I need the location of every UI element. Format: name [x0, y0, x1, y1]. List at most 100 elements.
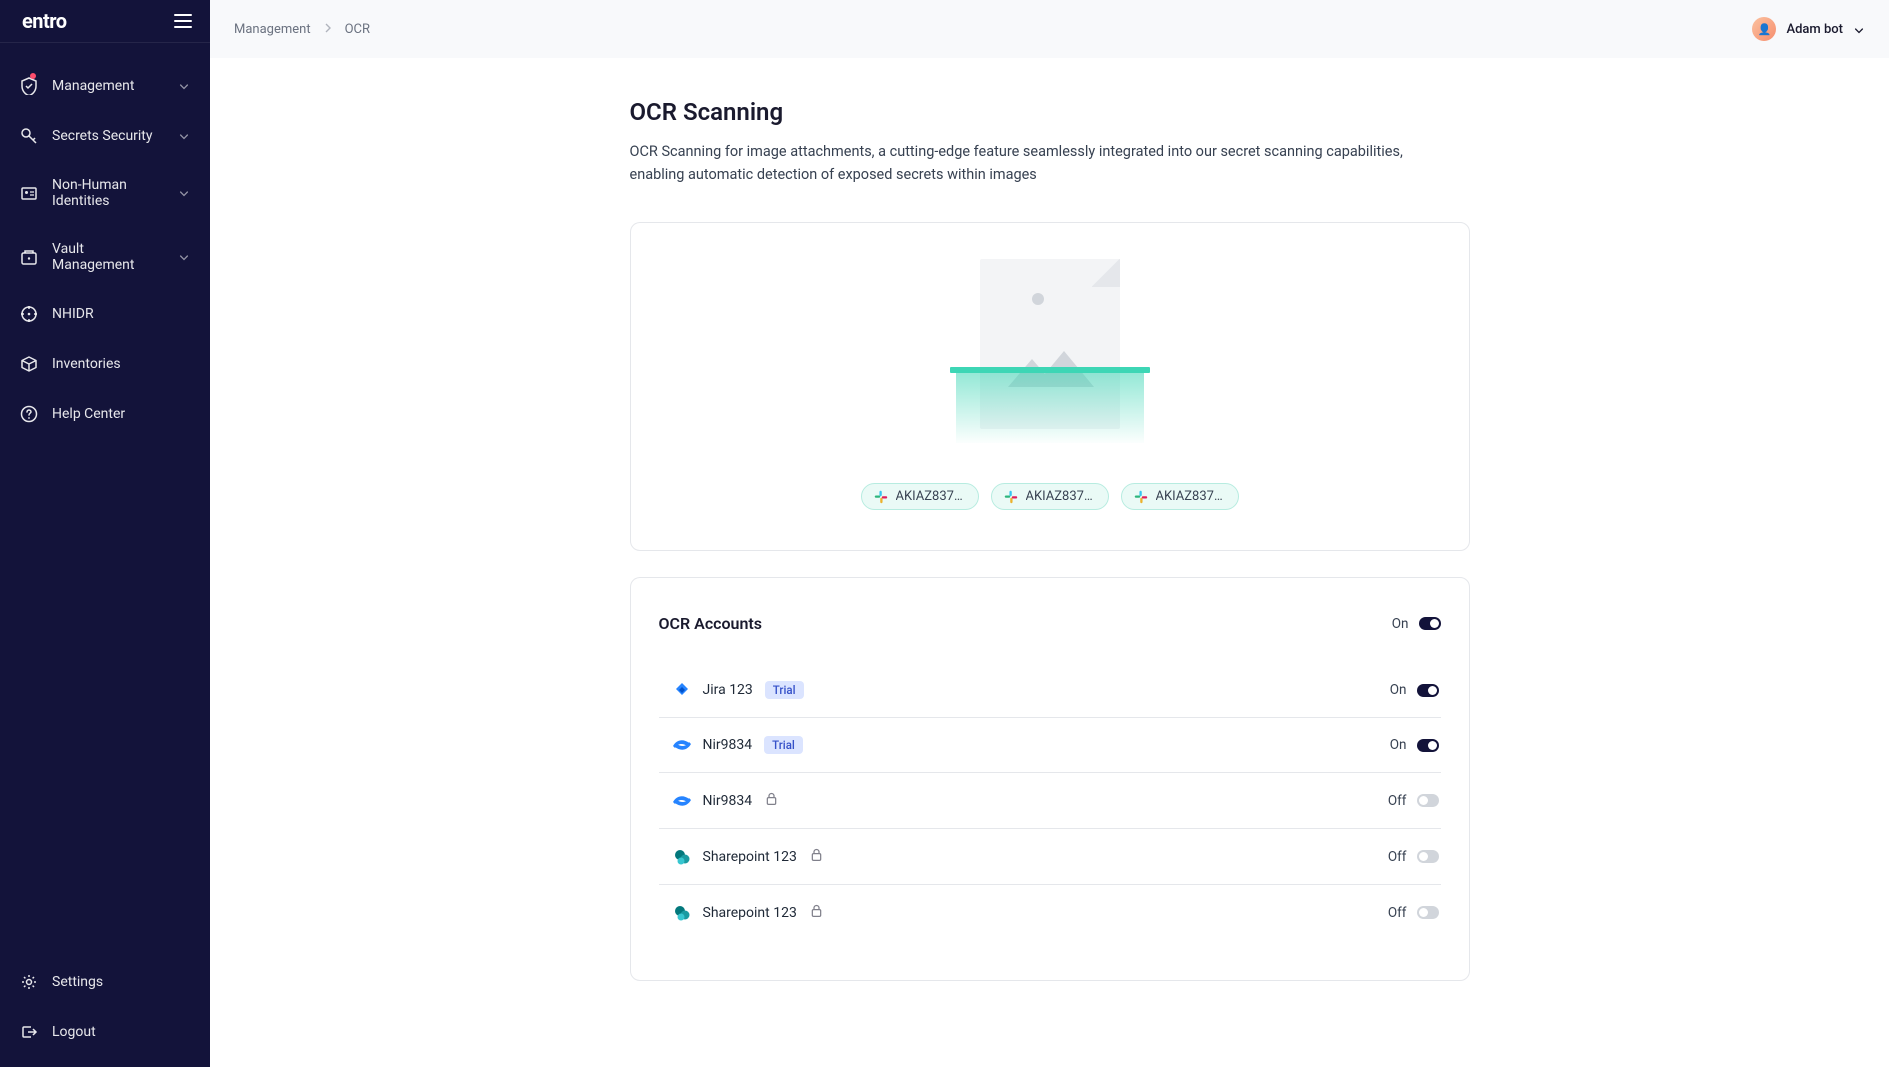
- account-toggle[interactable]: [1417, 906, 1439, 919]
- accounts-header: OCR Accounts On: [659, 614, 1441, 633]
- account-name: Jira 123: [703, 682, 753, 698]
- token-label: AKIAZ837FG…: [1156, 489, 1226, 504]
- sharepoint-icon: [673, 848, 691, 866]
- slack-icon: [1004, 490, 1018, 504]
- sidebar-item-label: NHIDR: [52, 306, 190, 322]
- user-menu[interactable]: 👤 Adam bot: [1752, 17, 1865, 41]
- lock-icon: [809, 903, 824, 922]
- accounts-card: OCR Accounts On Jira 123 Trial On Nir9834 Tr…: [630, 577, 1470, 981]
- account-toggle-group: On: [1390, 737, 1439, 753]
- account-toggle[interactable]: [1417, 794, 1439, 807]
- breadcrumb-root[interactable]: Management: [234, 22, 311, 37]
- sidebar-item-label: Secrets Security: [52, 128, 164, 144]
- notification-dot: [30, 73, 36, 79]
- account-info: Nir9834: [673, 791, 780, 810]
- account-name: Sharepoint 123: [703, 905, 797, 921]
- account-toggle-group: Off: [1388, 793, 1439, 809]
- breadcrumb: Management OCR: [234, 22, 370, 37]
- sidebar-item-non-human-identities[interactable]: Non-Human Identities: [0, 161, 210, 225]
- toggle-state-label: On: [1390, 682, 1407, 698]
- confluence-icon: [673, 792, 691, 810]
- shield-check-icon: [20, 77, 38, 95]
- trial-badge: Trial: [764, 736, 803, 754]
- breadcrumb-leaf[interactable]: OCR: [345, 22, 370, 37]
- detected-tokens: AKIAZ837FG… AKIAZ837FG… AKIAZ837FG…: [861, 483, 1239, 510]
- jira-icon: [673, 681, 691, 699]
- page-description: OCR Scanning for image attachments, a cu…: [630, 140, 1450, 186]
- sidebar-item-inventories[interactable]: Inventories: [0, 339, 210, 389]
- chevron-down-icon: [178, 185, 190, 201]
- vault-icon: [20, 248, 38, 266]
- account-info: Jira 123 Trial: [673, 681, 804, 699]
- trial-badge: Trial: [765, 681, 804, 699]
- account-row: Sharepoint 123 Off: [659, 829, 1441, 885]
- chevron-right-icon: [323, 22, 333, 37]
- toggle-state-label: Off: [1388, 849, 1407, 865]
- account-row: Jira 123 Trial On: [659, 663, 1441, 718]
- toggle-state-label: Off: [1388, 793, 1407, 809]
- slack-icon: [1134, 490, 1148, 504]
- account-toggle[interactable]: [1417, 739, 1439, 752]
- chevron-down-icon: [178, 128, 190, 144]
- account-toggle-group: On: [1390, 682, 1439, 698]
- sidebar-item-secrets-security[interactable]: Secrets Security: [0, 111, 210, 161]
- toggle-state-label: Off: [1388, 905, 1407, 921]
- master-toggle-label: On: [1392, 616, 1409, 632]
- account-name: Nir9834: [703, 737, 753, 753]
- account-name: Sharepoint 123: [703, 849, 797, 865]
- token-label: AKIAZ837FG…: [896, 489, 966, 504]
- sidebar-item-label: Management: [52, 78, 164, 94]
- sidebar-item-label: Settings: [52, 974, 190, 990]
- master-toggle-group: On: [1392, 616, 1441, 632]
- account-info: Sharepoint 123: [673, 903, 824, 922]
- sidebar-item-logout[interactable]: Logout: [0, 1007, 210, 1057]
- brand-logo: entro: [22, 9, 67, 33]
- detected-token-pill: AKIAZ837FG…: [861, 483, 979, 510]
- account-info: Nir9834 Trial: [673, 736, 803, 754]
- logout-icon: [20, 1023, 38, 1041]
- accounts-list: Jira 123TrialOnNir9834TrialOnNir9834OffS…: [659, 663, 1441, 940]
- user-name: Adam bot: [1786, 22, 1843, 37]
- illustration-card: AKIAZ837FG… AKIAZ837FG… AKIAZ837FG…: [630, 222, 1470, 551]
- account-row: Nir9834 Off: [659, 773, 1441, 829]
- account-info: Sharepoint 123: [673, 847, 824, 866]
- menu-toggle-icon[interactable]: [174, 14, 192, 28]
- lock-icon: [809, 847, 824, 866]
- ocr-illustration: [950, 259, 1150, 459]
- master-toggle[interactable]: [1419, 617, 1441, 630]
- id-card-icon: [20, 184, 38, 202]
- token-label: AKIAZ837FG…: [1026, 489, 1096, 504]
- detected-token-pill: AKIAZ837FG…: [1121, 483, 1239, 510]
- sidebar-item-help-center[interactable]: Help Center: [0, 389, 210, 439]
- help-icon: [20, 405, 38, 423]
- sidebar-nav: Management Secrets Security Non-Human Iden…: [0, 43, 210, 957]
- sidebar-item-label: Non-Human Identities: [52, 177, 164, 209]
- toggle-state-label: On: [1390, 737, 1407, 753]
- sidebar-item-vault-management[interactable]: Vault Management: [0, 225, 210, 289]
- account-row: Nir9834 Trial On: [659, 718, 1441, 773]
- page-title: OCR Scanning: [630, 98, 1470, 126]
- sidebar: entro Management Secrets Security Non-Huma…: [0, 0, 210, 1067]
- account-toggle[interactable]: [1417, 850, 1439, 863]
- sidebar-header: entro: [0, 0, 210, 43]
- sidebar-item-nhidr[interactable]: NHIDR: [0, 289, 210, 339]
- confluence-icon: [673, 736, 691, 754]
- sidebar-item-label: Vault Management: [52, 241, 164, 273]
- sidebar-item-label: Help Center: [52, 406, 190, 422]
- chevron-down-icon: [178, 249, 190, 265]
- account-toggle[interactable]: [1417, 684, 1439, 697]
- sidebar-item-settings[interactable]: Settings: [0, 957, 210, 1007]
- sidebar-item-management[interactable]: Management: [0, 61, 210, 111]
- avatar: 👤: [1752, 17, 1776, 41]
- account-row: Sharepoint 123 Off: [659, 885, 1441, 940]
- key-icon: [20, 127, 38, 145]
- sidebar-item-label: Inventories: [52, 356, 190, 372]
- detected-token-pill: AKIAZ837FG…: [991, 483, 1109, 510]
- sidebar-item-label: Logout: [52, 1024, 190, 1040]
- account-toggle-group: Off: [1388, 849, 1439, 865]
- slack-icon: [874, 490, 888, 504]
- account-name: Nir9834: [703, 793, 753, 809]
- gear-icon: [20, 973, 38, 991]
- account-toggle-group: Off: [1388, 905, 1439, 921]
- section-title: OCR Accounts: [659, 614, 763, 633]
